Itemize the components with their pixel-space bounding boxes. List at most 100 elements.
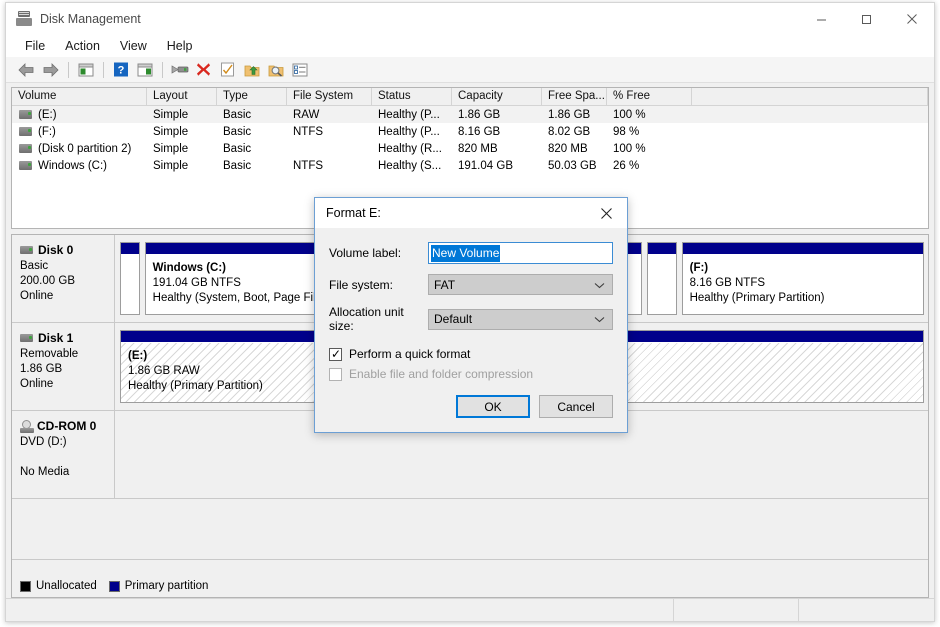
cell-type: Basic (223, 125, 252, 138)
compression-label: Enable file and folder compression (349, 367, 534, 381)
column-header-free-space[interactable]: Free Spa... (542, 88, 607, 105)
column-header-capacity[interactable]: Capacity (452, 88, 542, 105)
compression-row: Enable file and folder compression (329, 367, 613, 381)
menu-action[interactable]: Action (56, 37, 109, 55)
partition-status: Healthy (Primary Partition) (689, 292, 825, 304)
status-bar (6, 598, 934, 621)
allocation-unit-select[interactable]: Default (428, 308, 613, 330)
cell-type: Basic (223, 159, 252, 172)
column-header-layout[interactable]: Layout (147, 88, 217, 105)
export-list-icon[interactable] (240, 59, 263, 81)
quick-format-row[interactable]: ✓ Perform a quick format (329, 347, 613, 361)
cancel-button[interactable]: Cancel (539, 395, 613, 418)
properties-icon[interactable] (168, 59, 191, 81)
allocation-unit-row: Allocation unit size: Default (329, 305, 613, 333)
partition-size: 8.16 GB NTFS (689, 277, 766, 289)
show-hide-console-tree-icon[interactable] (74, 59, 97, 81)
column-header-type[interactable]: Type (217, 88, 287, 105)
help-icon[interactable]: ? (109, 59, 132, 81)
column-header-percent-free[interactable]: % Free (607, 88, 692, 105)
menu-bar: File Action View Help (6, 35, 934, 57)
volume-icon (19, 110, 32, 119)
table-row[interactable]: Windows (C:) Simple Basic NTFS Healthy (… (12, 157, 928, 174)
delete-icon[interactable] (192, 59, 215, 81)
partition-name: (F:) (689, 262, 709, 274)
legend-unallocated-swatch (20, 580, 31, 592)
disk-0-title-row: Disk 0 (20, 243, 114, 257)
allocation-unit-value: Default (434, 312, 473, 326)
maximize-button[interactable] (844, 3, 889, 35)
legend-unallocated-label: Unallocated (36, 580, 97, 592)
table-row[interactable]: (F:) Simple Basic NTFS Healthy (P... 8.1… (12, 123, 928, 140)
disk-info-disk-0[interactable]: Disk 0 Basic 200.00 GB Online (12, 235, 115, 322)
column-header-status[interactable]: Status (372, 88, 452, 105)
menu-file[interactable]: File (16, 37, 54, 55)
column-header-file-system[interactable]: File System (287, 88, 372, 105)
dialog-buttons: OK Cancel (447, 395, 613, 418)
ok-button[interactable]: OK (456, 395, 530, 418)
volume-icon (19, 161, 32, 170)
partition-details (121, 254, 139, 314)
partition-details (648, 254, 676, 314)
minimize-button[interactable] (799, 3, 844, 35)
efi-partition[interactable] (120, 242, 140, 315)
cd-rom-0-title: CD-ROM 0 (37, 419, 97, 433)
status-cell-secondary (674, 599, 799, 621)
file-system-select[interactable]: FAT (428, 274, 613, 295)
partition-details: (F:) 8.16 GB NTFS Healthy (Primary Parti… (682, 254, 923, 314)
cell-free-space: 50.03 GB (548, 159, 597, 172)
cell-free-space: 820 MB (548, 142, 588, 155)
toolbar-separator (162, 61, 163, 78)
cell-capacity: 1.86 GB (458, 108, 501, 121)
svg-text:?: ? (117, 65, 124, 77)
chevron-down-icon (594, 312, 605, 326)
removable-disk-icon (20, 334, 33, 342)
show-hide-action-pane-icon[interactable] (133, 59, 156, 81)
column-header-volume[interactable]: Volume (12, 88, 147, 105)
legend: Unallocated Primary partition (12, 559, 928, 597)
recovery-partition[interactable] (647, 242, 677, 315)
cell-volume: Windows (C:) (12, 160, 147, 172)
forward-arrow-icon[interactable] (39, 59, 62, 81)
check-task-icon[interactable] (216, 59, 239, 81)
disk-info-cd-rom-0[interactable]: CD-ROM 0 DVD (D:) No Media (12, 411, 115, 498)
disk-0-meta-1: 200.00 GB (20, 275, 75, 287)
volume-label-input[interactable]: New Volume (428, 242, 613, 264)
back-arrow-icon[interactable] (15, 59, 38, 81)
cell-status: Healthy (P... (378, 108, 440, 121)
cell-percent-free: 100 % (613, 142, 646, 155)
disk-0-title: Disk 0 (38, 243, 74, 257)
cell-volume: (F:) (12, 126, 147, 138)
partition-color-bar (648, 243, 676, 254)
dialog-close-button[interactable] (585, 199, 627, 228)
f-partition[interactable]: (F:) 8.16 GB NTFS Healthy (Primary Parti… (681, 242, 924, 315)
toolbar-separator (68, 61, 69, 78)
chevron-down-icon (594, 278, 605, 292)
cell-volume-label: (E:) (38, 108, 57, 121)
toolbar: ? (6, 57, 934, 83)
disk-0-meta-0: Basic (20, 260, 49, 272)
close-button[interactable] (889, 3, 934, 35)
list-view-icon[interactable] (288, 59, 311, 81)
disk-info-disk-1[interactable]: Disk 1 Removable 1.86 GB Online (12, 323, 115, 410)
menu-view[interactable]: View (111, 37, 156, 55)
quick-format-checkbox[interactable]: ✓ (329, 347, 342, 361)
volume-icon (19, 127, 32, 136)
rescan-disks-icon[interactable] (264, 59, 287, 81)
disk-1-title: Disk 1 (38, 331, 74, 345)
menu-help[interactable]: Help (158, 37, 202, 55)
cell-layout: Simple (153, 142, 189, 155)
cell-volume-label: Windows (C:) (38, 159, 108, 172)
cell-layout: Simple (153, 125, 189, 138)
partition-color-bar (682, 243, 923, 254)
title-bar: Disk Management (6, 3, 934, 35)
disk-1-meta-1: 1.86 GB (20, 363, 63, 375)
partition-color-bar (121, 243, 139, 254)
disk-1-meta-2: Online (20, 378, 54, 390)
table-row[interactable]: (E:) Simple Basic RAW Healthy (P... 1.86… (12, 106, 928, 123)
column-header-filler[interactable] (692, 88, 928, 105)
disk-management-window: Disk Management File Action View Help ? … (5, 2, 935, 622)
table-row[interactable]: (Disk 0 partition 2) Simple Basic Health… (12, 140, 928, 157)
cell-type: Basic (223, 142, 252, 155)
compression-checkbox (329, 367, 342, 381)
